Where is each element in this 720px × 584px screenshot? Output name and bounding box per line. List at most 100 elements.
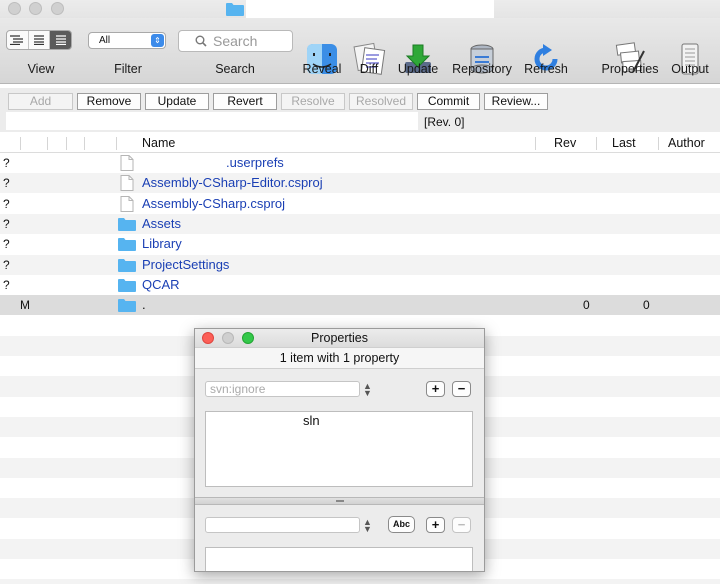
new-property-value-textarea[interactable] [205,547,473,571]
column-header-rev[interactable]: Rev [554,136,576,150]
column-header-last[interactable]: Last [612,136,636,150]
reveal-button[interactable]: Reveal [303,62,342,76]
view-detail-button[interactable] [50,31,71,49]
status-cell: ? [3,257,10,272]
file-list-header: Name Rev Last Author [0,134,720,153]
remove-new-property-button[interactable]: − [452,517,471,533]
file-name[interactable]: Library [142,236,182,251]
filter-value: All [99,35,111,46]
drag-handle-icon [336,500,344,502]
minimize-window-button[interactable] [29,2,42,15]
column-separator [658,137,659,150]
file-icon [120,155,134,171]
table-row[interactable]: ? ProjectSettings [0,254,720,275]
add-new-property-button[interactable]: + [426,517,445,533]
view-label: View [27,62,55,76]
add-property-button[interactable]: + [426,381,445,397]
empty-row [0,579,720,584]
view-outline-button[interactable] [7,31,29,49]
list-view-icon [34,35,44,45]
properties-button[interactable]: Properties [602,62,659,76]
table-row[interactable]: ? Library [0,234,720,254]
search-placeholder: Search [213,33,258,49]
folder-icon [118,217,136,231]
detail-view-icon [55,35,66,45]
file-name[interactable]: .userprefs [226,155,284,170]
column-header-author[interactable]: Author [668,136,705,150]
output-button[interactable]: Output [671,62,709,76]
table-row[interactable]: ? QCAR [0,275,720,295]
file-name[interactable]: Assembly-CSharp.csproj [142,196,285,211]
column-separator [20,137,21,150]
properties-panel-title: Properties [195,329,484,347]
file-name[interactable]: ProjectSettings [142,257,229,272]
status-cell: ? [3,176,10,191]
status-cell: ? [3,277,10,292]
folder-icon [226,3,244,16]
diff-button[interactable]: Diff [360,62,379,76]
filter-label: Filter [114,62,142,76]
refresh-button[interactable]: Refresh [524,62,568,76]
file-name[interactable]: QCAR [142,277,180,292]
new-property-name-select[interactable] [205,517,360,533]
update-button[interactable]: Update [145,93,209,110]
search-icon [195,35,207,47]
panel-split-divider[interactable] [195,497,484,505]
chevron-updown-icon: ⇕ [151,34,164,47]
property-name-select[interactable]: svn:ignore [205,381,360,397]
folder-icon [118,299,136,313]
status-cell: ? [3,196,10,211]
properties-panel: Properties 1 item with 1 property svn:ig… [194,328,485,572]
table-row[interactable]: ? Assembly-CSharp.csproj [0,194,720,214]
panel-zoom-button[interactable] [242,332,254,344]
remove-property-button[interactable]: − [452,381,471,397]
svn-client-window: All ⇕ Search View Filter Search Reveal D… [0,0,720,584]
filter-select[interactable]: All ⇕ [88,32,166,49]
update-toolbar-button[interactable]: Update [398,62,438,76]
rev-cell: 0 [583,298,590,313]
status-cell: ? [3,156,10,170]
column-separator [47,137,48,150]
remove-button[interactable]: Remove [77,93,141,110]
close-window-button[interactable] [8,2,21,15]
resolved-button[interactable]: Resolved [349,93,413,110]
path-field[interactable] [6,112,418,130]
window-title [246,0,494,20]
action-bar: Add Remove Update Revert Resolve Resolve… [0,88,720,132]
last-cell: 0 [643,298,650,313]
property-value-textarea[interactable]: sln [205,411,473,487]
commit-button[interactable]: Commit [417,93,480,110]
review-button[interactable]: Review... [484,93,548,110]
zoom-window-button[interactable] [51,2,64,15]
table-row[interactable]: ? Assembly-CSharp-Editor.csproj [0,173,720,194]
revert-button[interactable]: Revert [213,93,277,110]
table-row[interactable]: ? .userprefs [0,153,720,173]
file-icon [120,175,134,192]
table-row[interactable]: M. 0 0 [0,295,720,316]
view-mode-segmented-control[interactable] [6,30,72,50]
table-row[interactable]: ? Assets [0,213,720,234]
spellcheck-abc-button[interactable]: Abc [388,516,415,533]
file-name[interactable]: Assets [142,216,181,231]
column-separator [535,137,536,150]
status-cell: ? [3,216,10,231]
properties-summary: 1 item with 1 property [195,347,484,369]
column-separator [66,137,67,150]
panel-minimize-button[interactable] [222,332,234,344]
panel-close-button[interactable] [202,332,214,344]
file-name[interactable]: . [142,297,146,312]
resolve-button[interactable]: Resolve [281,93,345,110]
view-list-button[interactable] [29,31,51,49]
search-label: Search [215,62,255,76]
file-name[interactable]: Assembly-CSharp-Editor.csproj [142,175,323,190]
add-button[interactable]: Add [8,93,73,110]
column-separator [116,137,117,150]
file-icon [120,195,134,212]
column-header-name[interactable]: Name [142,136,175,150]
revision-label: [Rev. 0] [424,115,465,129]
toolbar: All ⇕ Search View Filter Search Reveal D… [0,18,720,84]
search-field[interactable]: Search [178,30,293,52]
chevron-updown-icon: ▲ ▼ [363,517,372,534]
repository-button[interactable]: Repository [452,62,512,76]
property-value-text: sln [303,413,320,428]
